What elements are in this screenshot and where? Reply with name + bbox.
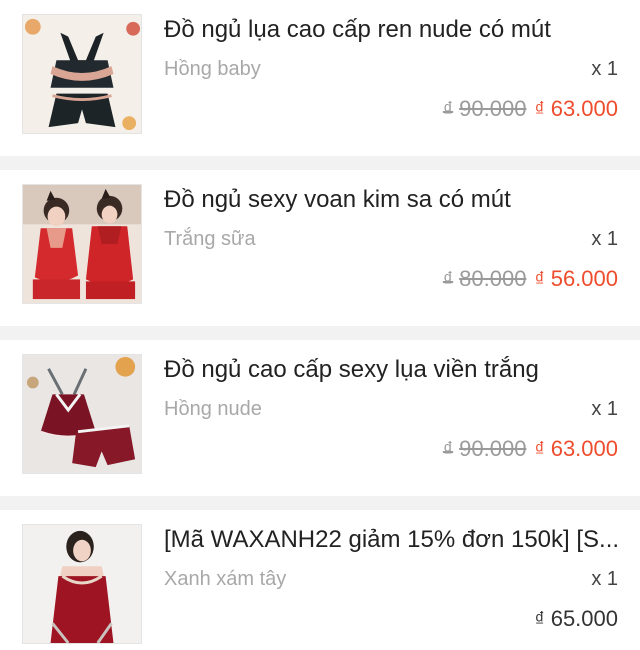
price-group: ₫ 65.000 — [534, 606, 618, 632]
product-quantity: x 1 — [591, 568, 618, 590]
sale-price: ₫ 56.000 — [534, 266, 618, 291]
price-group: ₫ 90.000 ₫ 63.000 — [443, 96, 618, 122]
product-image — [23, 355, 141, 473]
product-image — [23, 15, 141, 133]
price-group: ₫ 80.000 ₫ 56.000 — [443, 266, 618, 292]
price: ₫ 65.000 — [534, 606, 618, 631]
product-thumbnail[interactable] — [22, 524, 142, 644]
product-quantity: x 1 — [591, 228, 618, 250]
product-variant: Hồng baby — [164, 58, 261, 80]
product-variant: Xanh xám tây — [164, 568, 287, 590]
product-title[interactable]: Đồ ngủ lụa cao cấp ren nude có mút — [164, 16, 620, 44]
original-price: ₫ 90.000 — [442, 436, 527, 461]
order-item-list: Đồ ngủ lụa cao cấp ren nude có mút Hồng … — [0, 0, 640, 650]
product-variant: Hồng nude — [164, 398, 262, 420]
sale-price: ₫ 63.000 — [534, 436, 618, 461]
product-title[interactable]: Đồ ngủ cao cấp sexy lụa viền trắng — [164, 356, 620, 384]
order-item[interactable]: Đồ ngủ sexy voan kim sa có mút Trắng sữa… — [0, 170, 640, 326]
product-quantity: x 1 — [591, 58, 618, 80]
product-thumbnail[interactable] — [22, 354, 142, 474]
product-quantity: x 1 — [591, 398, 618, 420]
order-item[interactable]: Đồ ngủ cao cấp sexy lụa viền trắng Hồng … — [0, 340, 640, 496]
original-price: ₫ 80.000 — [442, 266, 527, 291]
product-thumbnail[interactable] — [22, 14, 142, 134]
original-price: ₫ 90.000 — [442, 96, 527, 121]
product-image — [23, 525, 141, 643]
sale-price: ₫ 63.000 — [534, 96, 618, 121]
product-title[interactable]: Đồ ngủ sexy voan kim sa có mút — [164, 186, 620, 214]
order-item[interactable]: Đồ ngủ lụa cao cấp ren nude có mút Hồng … — [0, 0, 640, 156]
product-title[interactable]: [Mã WAXANH22 giảm 15% đơn 150k] [S... — [164, 526, 620, 554]
price-group: ₫ 90.000 ₫ 63.000 — [443, 436, 618, 462]
product-image — [23, 185, 141, 303]
order-item[interactable]: [Mã WAXANH22 giảm 15% đơn 150k] [S... Xa… — [0, 510, 640, 650]
product-variant: Trắng sữa — [164, 228, 256, 250]
product-thumbnail[interactable] — [22, 184, 142, 304]
